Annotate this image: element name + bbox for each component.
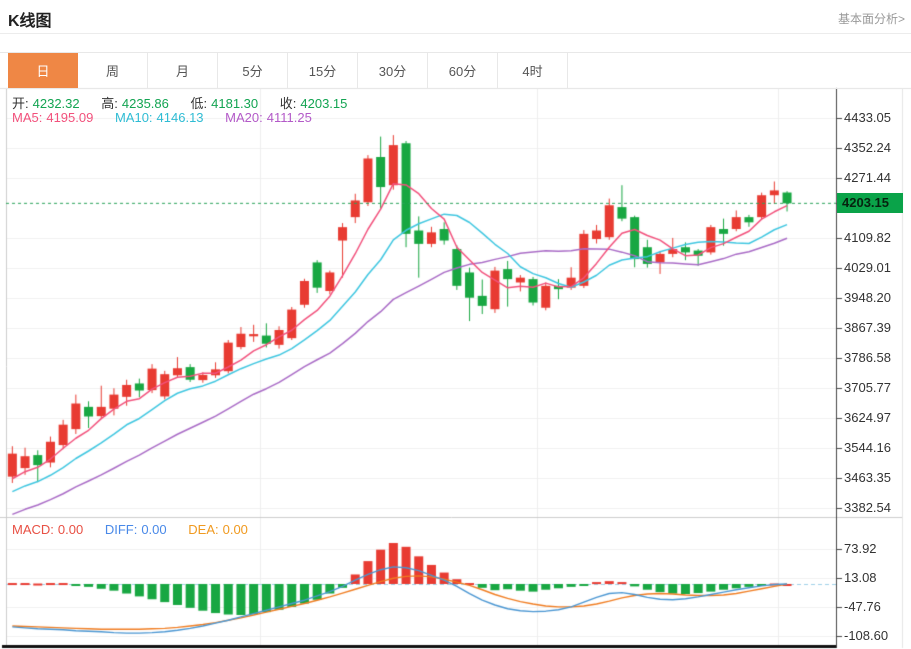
macd-axis-label: 13.08 bbox=[844, 570, 877, 585]
open-label: 开: bbox=[12, 96, 29, 111]
price-axis-label: 3705.77 bbox=[844, 380, 891, 395]
high-label: 高: bbox=[101, 96, 118, 111]
tab-period-1[interactable]: 周 bbox=[78, 53, 148, 88]
tab-period-7[interactable]: 4时 bbox=[498, 53, 568, 88]
tab-period-6[interactable]: 60分 bbox=[428, 53, 498, 88]
period-tabbar: 日周月5分15分30分60分4时 bbox=[0, 52, 911, 89]
macd-axis-label: 73.92 bbox=[844, 541, 877, 556]
ma10-label: MA10: bbox=[115, 110, 153, 125]
diff-value: 0.00 bbox=[141, 522, 166, 537]
price-axis-label: 3382.54 bbox=[844, 500, 891, 515]
page-title: K线图 bbox=[8, 7, 52, 31]
price-axis-label: 3544.16 bbox=[844, 440, 891, 455]
tab-period-2[interactable]: 月 bbox=[148, 53, 218, 88]
macd-label: MACD: bbox=[12, 522, 54, 537]
dea-value: 0.00 bbox=[223, 522, 248, 537]
macd-bar: MACD:0.00 DIFF:0.00 DEA:0.00 bbox=[12, 522, 252, 537]
price-axis-label: 3948.20 bbox=[844, 290, 891, 305]
title-divider bbox=[0, 33, 911, 34]
tab-period-5[interactable]: 30分 bbox=[358, 53, 428, 88]
kline-page: K线图 基本面分析> 日周月5分15分30分60分4时 开: 4232.32 高:… bbox=[0, 0, 911, 649]
price-axis-label: 4029.01 bbox=[844, 260, 891, 275]
ma20-value: 4111.25 bbox=[267, 110, 312, 125]
close-label: 收: bbox=[280, 96, 297, 111]
diff-label: DIFF: bbox=[105, 522, 138, 537]
macd-axis-label: -108.60 bbox=[844, 628, 888, 643]
tab-period-0[interactable]: 日 bbox=[8, 53, 78, 88]
price-axis-label: 3867.39 bbox=[844, 320, 891, 335]
price-axis-label: 4433.05 bbox=[844, 110, 891, 125]
price-axis-label: 3463.35 bbox=[844, 470, 891, 485]
fundamental-analysis-link[interactable]: 基本面分析> bbox=[838, 10, 905, 27]
tab-period-4[interactable]: 15分 bbox=[288, 53, 358, 88]
price-axis-label: 4271.44 bbox=[844, 170, 891, 185]
ma5-label: MA5: bbox=[12, 110, 42, 125]
low-label: 低: bbox=[191, 96, 208, 111]
high-value: 4235.86 bbox=[122, 96, 169, 111]
tab-period-3[interactable]: 5分 bbox=[218, 53, 288, 88]
price-axis-label: 3624.97 bbox=[844, 410, 891, 425]
ma20-label: MA20: bbox=[225, 110, 263, 125]
ma10-value: 4146.13 bbox=[157, 110, 204, 125]
dea-label: DEA: bbox=[188, 522, 218, 537]
macd-value: 0.00 bbox=[58, 522, 83, 537]
ma-bar: MA5: 4195.09 MA10: 4146.13 MA20: 4111.25 bbox=[12, 110, 316, 125]
close-value: 4203.15 bbox=[300, 96, 347, 111]
price-axis-label: 4352.24 bbox=[844, 140, 891, 155]
price-axis-label: 4109.82 bbox=[844, 230, 891, 245]
ma5-value: 4195.09 bbox=[46, 110, 93, 125]
low-value: 4181.30 bbox=[211, 96, 258, 111]
price-axis-label: 3786.58 bbox=[844, 350, 891, 365]
open-value: 4232.32 bbox=[33, 96, 80, 111]
macd-axis-label: -47.76 bbox=[844, 599, 881, 614]
current-price-tag: 4203.15 bbox=[837, 193, 903, 213]
